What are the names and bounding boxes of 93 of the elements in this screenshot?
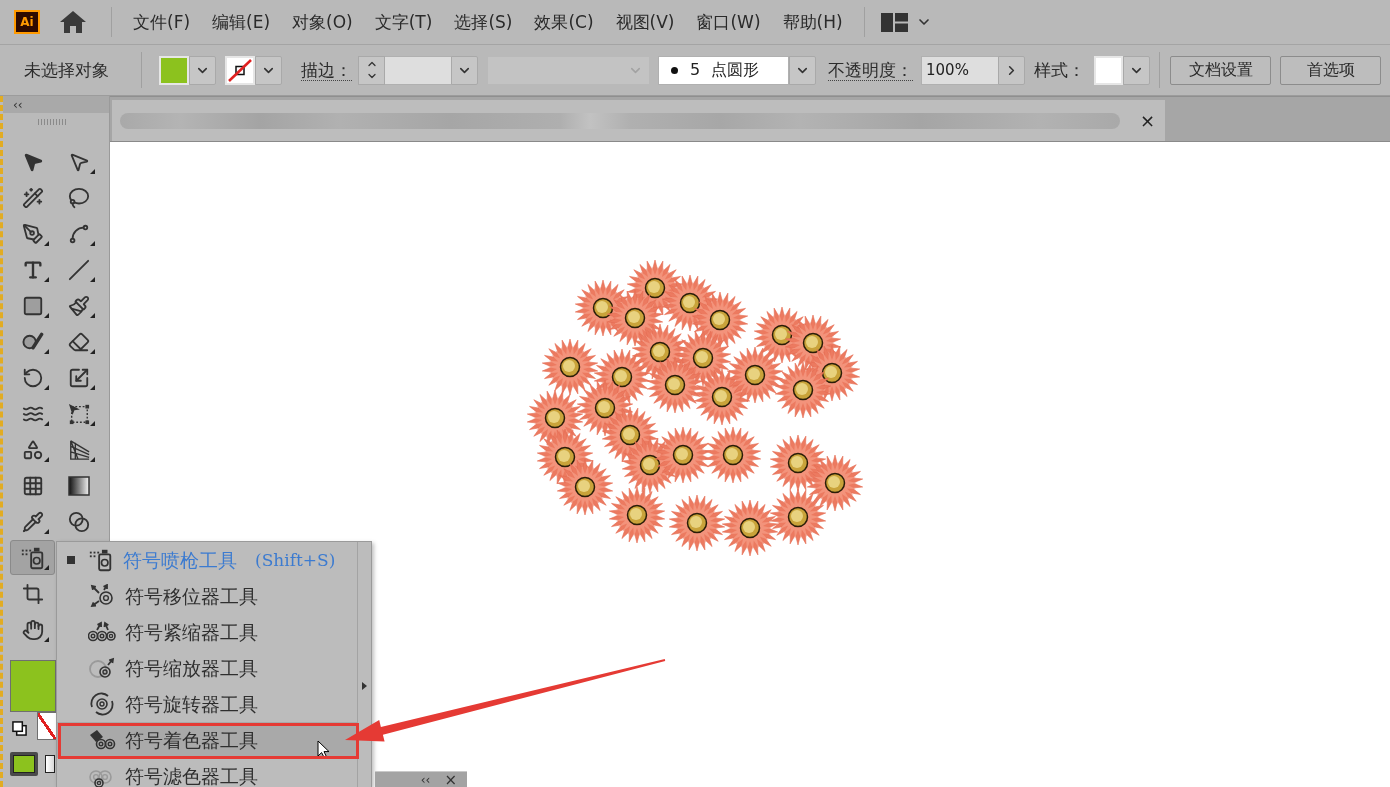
menu-item[interactable]: 符号缩放器工具 (57, 650, 357, 686)
app-logo: Ai (14, 10, 40, 34)
flower (609, 486, 665, 544)
menu-item[interactable]: 符号旋转器工具 (57, 686, 357, 722)
perspective-grid-icon (67, 438, 90, 461)
magic-wand-icon (21, 186, 44, 209)
menu-item[interactable]: 视图(V) (604, 6, 686, 38)
bucket-discs-icon (88, 728, 116, 752)
document-tab[interactable]: × (112, 100, 1165, 141)
color-mode-button[interactable] (10, 752, 38, 776)
gradient-square-icon (67, 475, 90, 496)
eraser-icon (67, 330, 90, 353)
home-icon (60, 11, 86, 33)
opacity-field[interactable]: 100% (921, 55, 998, 85)
menu-item[interactable]: 对象(O) (281, 6, 364, 38)
flower (705, 426, 761, 484)
hand-icon (21, 618, 44, 641)
opacity-link[interactable]: 不透明度： (828, 59, 913, 81)
collapse-button[interactable]: ‹‹ (418, 772, 433, 787)
circle-pencil-icon (21, 331, 44, 352)
flower (647, 356, 703, 414)
paintbrush-icon (67, 294, 90, 317)
flower (722, 499, 778, 557)
color-square-icon (13, 755, 35, 773)
flower (669, 494, 725, 552)
flower (807, 454, 863, 512)
menu-item[interactable]: 帮助(H) (771, 6, 854, 38)
style-swatch[interactable] (1094, 55, 1123, 85)
spray-can-icon (88, 548, 114, 572)
scale-icon (67, 366, 90, 389)
crop-icon (21, 582, 44, 605)
preferences-button[interactable]: 首选项 (1280, 55, 1381, 85)
style-label: 样式： (1034, 58, 1085, 82)
close-button[interactable]: × (1137, 111, 1157, 130)
menu-item[interactable]: 编辑(E) (201, 6, 282, 38)
dropdown-button[interactable] (789, 55, 816, 85)
grid-icon (21, 474, 44, 497)
document-setup-button[interactable]: 文档设置 (1170, 55, 1271, 85)
diagonal-line-icon (67, 258, 90, 281)
default-colors-icon[interactable] (12, 721, 27, 736)
mouse-cursor-icon (317, 740, 330, 759)
gradient-square-icon (45, 755, 55, 773)
transform-box-icon (67, 402, 90, 425)
triangle-icon[interactable] (362, 682, 367, 690)
shapes-icon (21, 438, 44, 461)
disc-arrows-icon (88, 584, 116, 608)
close-button[interactable]: × (442, 772, 459, 787)
disc-resize-icon (88, 656, 116, 680)
brush-select[interactable]: 5 点圆形 (658, 55, 789, 85)
rotate-arrow-icon (21, 366, 44, 389)
selection-status: 未选择对象 (24, 58, 109, 82)
menu-item[interactable]: 符号移位器工具 (57, 578, 357, 614)
bullet-icon (67, 556, 75, 564)
color-mode-button[interactable] (42, 752, 58, 776)
pen-nib-icon (21, 222, 44, 245)
menu-item[interactable]: 符号滤色器工具 (57, 758, 357, 787)
stroke-weight-field[interactable] (385, 55, 451, 85)
menu-item[interactable]: 符号紧缩器工具 (57, 614, 357, 650)
flower (557, 458, 613, 516)
collapse-button[interactable]: ‹‹ (11, 97, 25, 112)
spray-can-icon (19, 545, 46, 570)
menu-item[interactable]: 窗口(W) (685, 6, 772, 38)
rectangle-icon (21, 294, 44, 317)
flower (775, 361, 831, 419)
blend-circles-icon (67, 510, 90, 533)
flower (770, 488, 826, 546)
flower (727, 346, 783, 404)
stroke-link[interactable]: 描边： (301, 59, 352, 81)
stroke-swatch[interactable] (37, 712, 56, 740)
disc-rotate-icon (88, 692, 116, 716)
dropdown-button[interactable] (1123, 55, 1150, 85)
flower (542, 338, 598, 396)
lasso-icon (67, 186, 90, 209)
flower (655, 426, 711, 484)
menu-item[interactable]: 选择(S) (443, 6, 524, 38)
menu-item[interactable]: 文件(F) (122, 6, 202, 38)
grip-icon (38, 119, 68, 125)
dot-icon (671, 66, 678, 74)
menu-item[interactable]: 符号着色器工具 (57, 722, 357, 758)
dropdown-button[interactable] (451, 55, 478, 85)
dropdown-button[interactable] (189, 55, 216, 85)
stepper-button[interactable] (358, 55, 385, 85)
curve-points-icon (67, 222, 90, 245)
menu-item[interactable]: 文字(T) (363, 6, 444, 38)
type-icon (21, 258, 44, 281)
fill-swatch[interactable] (10, 660, 56, 712)
home-button[interactable] (60, 11, 86, 33)
eyedropper-icon (21, 510, 44, 533)
workspace-layout-icon (880, 12, 908, 32)
workspace-switcher[interactable] (880, 12, 932, 32)
three-discs-icon (88, 620, 116, 644)
tool-button[interactable] (10, 540, 55, 575)
menu-item[interactable]: 效果(C) (523, 6, 605, 38)
